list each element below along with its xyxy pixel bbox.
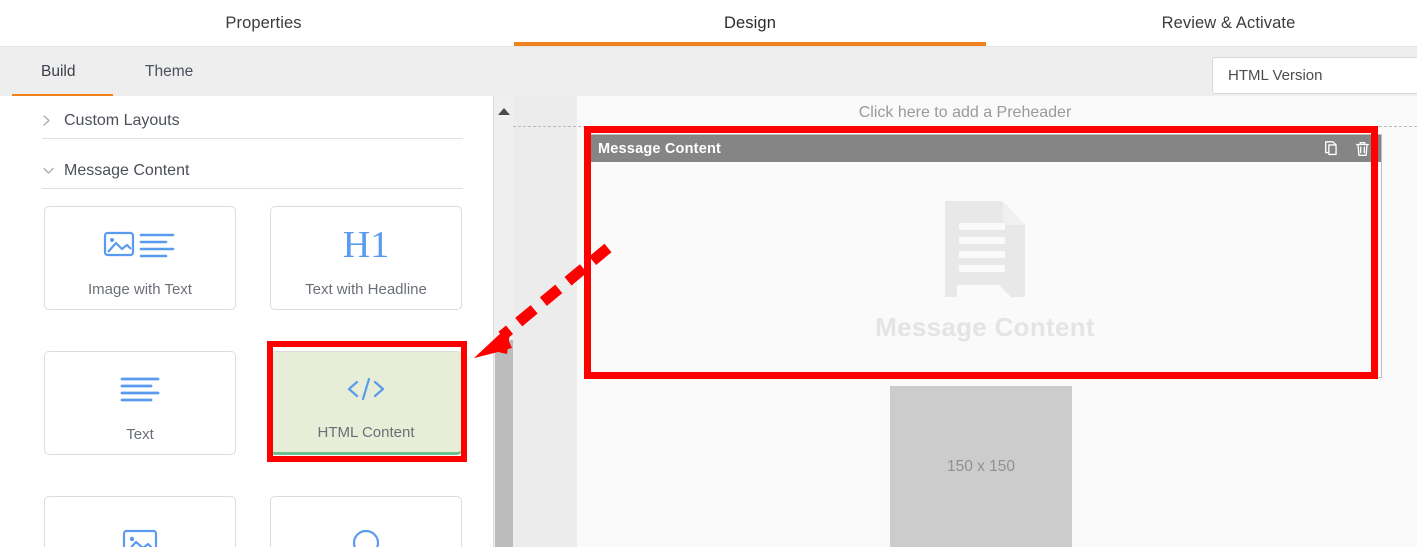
preheader-divider (513, 126, 1417, 127)
chevron-down-icon (42, 166, 58, 175)
copy-icon[interactable] (1323, 140, 1341, 158)
email-canvas: Click here to add a Preheader Message Co… (513, 96, 1417, 547)
image-with-text-icon (45, 207, 235, 282)
preheader-placeholder-label: Click here to add a Preheader (858, 103, 1072, 121)
wizard-tab-properties-label: Properties (225, 14, 302, 32)
scrollbar-thumb[interactable] (495, 340, 513, 547)
card-text-label: Text (126, 426, 154, 443)
message-content-block-title: Message Content (598, 140, 722, 157)
card-partial-image[interactable] (44, 496, 236, 547)
message-content-placeholder-label: Message Content (875, 311, 1095, 342)
message-content-block-header: Message Content (589, 135, 1381, 162)
accordion-message-content[interactable]: Message Content (42, 153, 463, 189)
editor-toolbar: Build Theme (0, 47, 1417, 127)
wizard-tab-review-activate-label: Review & Activate (1161, 14, 1296, 32)
accordion-custom-layouts-label: Custom Layouts (64, 111, 180, 129)
tab-theme-label: Theme (145, 62, 194, 80)
h1-icon: H1 (342, 223, 390, 266)
circle-icon (271, 497, 461, 547)
tab-build-label: Build (41, 62, 76, 80)
wizard-tab-design-label: Design (724, 14, 776, 32)
html-version-select-value: HTML Version (1228, 67, 1323, 84)
image-icon (45, 497, 235, 547)
document-icon (941, 197, 1029, 306)
text-lines-icon (45, 352, 235, 427)
scroll-up-arrow-icon[interactable] (498, 108, 510, 115)
accordion-message-content-label: Message Content (64, 161, 190, 179)
wizard-tab-bar: Properties Design Review & Activate (0, 0, 1417, 47)
preheader-placeholder[interactable]: Click here to add a Preheader (513, 99, 1417, 126)
card-text-with-headline[interactable]: H1 Text with Headline (270, 206, 462, 310)
image-placeholder-label: 150 x 150 (946, 457, 1016, 475)
tab-build[interactable]: Build (41, 47, 75, 96)
content-panel-scrollbar[interactable] (493, 96, 513, 547)
wizard-tab-design[interactable]: Design (514, 0, 986, 47)
card-html-content[interactable]: HTML Content (270, 351, 462, 455)
email-design-editor: Properties Design Review & Activate Buil… (0, 0, 1417, 547)
chevron-right-icon (42, 114, 58, 127)
card-image-with-text-label: Image with Text (88, 281, 192, 298)
card-image-with-text[interactable]: Image with Text (44, 206, 236, 310)
card-text[interactable]: Text (44, 351, 236, 455)
wizard-tab-properties[interactable]: Properties (109, 0, 418, 47)
image-placeholder[interactable]: 150 x 150 (890, 386, 1072, 547)
code-brackets-icon (271, 352, 461, 425)
wizard-tab-review-activate[interactable]: Review & Activate (1010, 0, 1417, 47)
block-actions (1323, 135, 1371, 162)
content-library-panel: Custom Layouts Message Content Image wit… (0, 96, 497, 547)
card-partial-circle[interactable] (270, 496, 462, 547)
message-content-block[interactable]: Message Content Message Content (588, 134, 1382, 378)
card-html-content-label: HTML Content (317, 424, 415, 441)
accordion-custom-layouts[interactable]: Custom Layouts (42, 103, 463, 139)
html-version-select[interactable]: HTML Version (1212, 57, 1417, 94)
message-content-placeholder: Message Content (589, 162, 1381, 377)
trash-icon[interactable] (1354, 140, 1371, 158)
tab-theme[interactable]: Theme (145, 47, 193, 96)
card-text-with-headline-label: Text with Headline (305, 281, 427, 298)
